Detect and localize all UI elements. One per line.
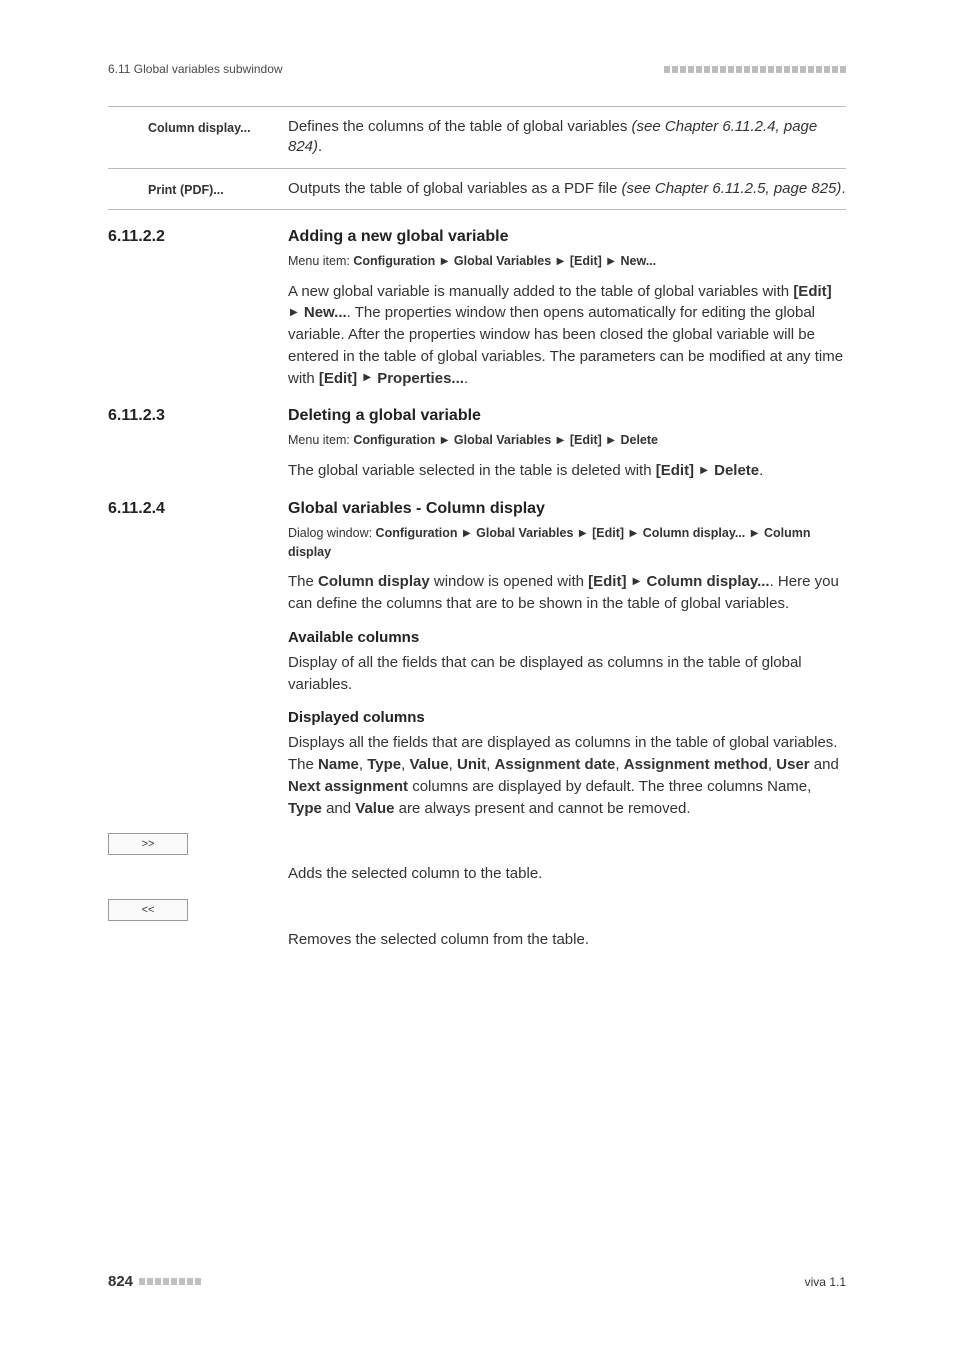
chevron-right-icon: ▶ <box>605 435 617 446</box>
page-number: 824 <box>108 1273 133 1290</box>
body-paragraph: Removes the selected column from the tab… <box>288 929 846 951</box>
menu-path: Dialog window: Configuration ▶ Global Va… <box>288 524 846 562</box>
page-header: 6.11 Global variables subwindow <box>108 62 846 76</box>
section-6-11-2-2: 6.11.2.2 Adding a new global variable Me… <box>108 228 846 390</box>
body-paragraph: Adds the selected column to the table. <box>288 863 846 885</box>
section-title: Adding a new global variable <box>288 228 508 246</box>
chevron-right-icon: ▶ <box>439 435 451 446</box>
section-number: 6.11.2.4 <box>108 500 288 518</box>
def-term: Column display... <box>108 117 288 158</box>
chevron-right-icon: ▶ <box>605 256 617 267</box>
def-desc: Defines the columns of the table of glob… <box>288 117 846 158</box>
chevron-right-icon: ▶ <box>439 256 451 267</box>
section-6-11-2-3: 6.11.2.3 Deleting a global variable Menu… <box>108 407 846 482</box>
body-paragraph: The Column display window is opened with… <box>288 571 846 615</box>
chevron-right-icon: ▶ <box>628 528 640 539</box>
chevron-right-icon: ▶ <box>555 435 567 446</box>
section-title: Global variables - Column display <box>288 500 545 518</box>
section-title: Deleting a global variable <box>288 407 481 425</box>
body-paragraph: Display of all the fields that can be di… <box>288 652 846 696</box>
chevron-right-icon: ▶ <box>577 528 589 539</box>
section-6-11-2-4: 6.11.2.4 Global variables - Column displ… <box>108 500 846 951</box>
table-row: Column display... Defines the columns of… <box>108 106 846 169</box>
header-decoration <box>664 66 846 73</box>
header-title: 6.11 Global variables subwindow <box>108 62 283 76</box>
menu-path: Menu item: Configuration ▶ Global Variab… <box>288 252 846 271</box>
body-paragraph: The global variable selected in the tabl… <box>288 460 846 482</box>
def-desc: Outputs the table of global variables as… <box>288 179 846 199</box>
chevron-right-icon: ▶ <box>361 372 373 383</box>
add-column-button[interactable]: >> <box>108 833 188 855</box>
page-footer: 824 viva 1.1 <box>108 1273 846 1290</box>
footer-decoration <box>139 1278 201 1285</box>
chevron-right-icon: ▶ <box>288 307 300 318</box>
chevron-right-icon: ▶ <box>698 465 710 476</box>
remove-column-button[interactable]: << <box>108 899 188 921</box>
chevron-right-icon: ▶ <box>461 528 473 539</box>
section-number: 6.11.2.3 <box>108 407 288 425</box>
subheading-displayed-columns: Displayed columns <box>288 709 846 726</box>
chevron-right-icon: ▶ <box>631 576 643 587</box>
definition-table: Column display... Defines the columns of… <box>108 106 846 210</box>
chevron-right-icon: ▶ <box>555 256 567 267</box>
body-paragraph: Displays all the fields that are display… <box>288 732 846 819</box>
subheading-available-columns: Available columns <box>288 629 846 646</box>
section-number: 6.11.2.2 <box>108 228 288 246</box>
def-term: Print (PDF)... <box>108 179 288 199</box>
chevron-right-icon: ▶ <box>749 528 761 539</box>
table-row: Print (PDF)... Outputs the table of glob… <box>108 169 846 210</box>
body-paragraph: A new global variable is manually added … <box>288 281 846 390</box>
footer-version: viva 1.1 <box>805 1275 846 1289</box>
menu-path: Menu item: Configuration ▶ Global Variab… <box>288 431 846 450</box>
